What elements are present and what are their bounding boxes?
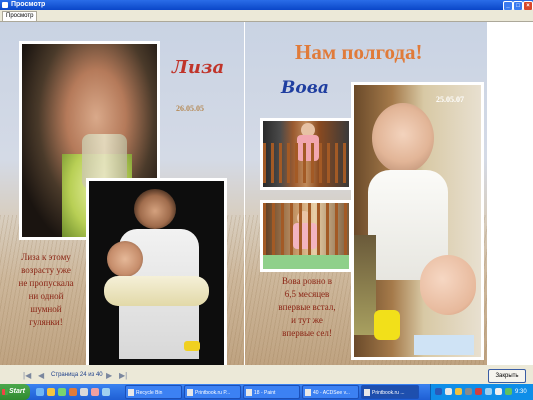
left-page: Лиза 26.05.05 Лиза к этому возрасту уже … [0,22,244,365]
caption-line: ни одной [28,291,64,301]
photo-vova-crib-1 [260,118,352,190]
navigation-bar: |◀ ◀ Страница 24 из 40 ▶ ▶| Закрыть [0,365,533,384]
caption-line: впервые встал, [278,302,336,312]
caption-line: впервые сел! [282,328,332,338]
tray-app-icon[interactable] [475,388,482,395]
caption-line: и тут же [291,315,323,325]
app-icon [2,2,8,8]
tab-bar: Просмотр [0,10,533,22]
date-lisa: 26.05.05 [176,104,204,113]
viewer-margin [487,22,533,365]
task-label: 18 - Paint [254,390,276,396]
task-label: Printbook.ru ... [372,390,405,396]
tray-app-icon[interactable] [465,388,472,395]
acdsee-icon [305,389,311,396]
paint-icon [246,389,252,396]
caption-vova: Вова ровно в 6,5 месяцев впервые встал, … [273,275,341,340]
first-page-icon[interactable]: |◀ [23,371,31,380]
close-button[interactable]: Закрыть [488,369,526,383]
caption-line: Лиза к этому [21,252,71,262]
quicklaunch-ie-icon[interactable] [36,388,44,396]
right-page: Нам полгода! Вова 25.05.07 Вова ровно в … [245,22,487,365]
start-label: Start [9,388,25,395]
quicklaunch-media-icon[interactable] [58,388,66,396]
photo-mother-baby [86,178,227,365]
caption-line: Вова ровно в [282,276,332,286]
printbook-icon [364,389,370,396]
volume-icon[interactable] [495,388,502,395]
next-page-icon[interactable]: ▶ [106,371,112,380]
tray-app-icon[interactable] [445,388,452,395]
task-label: Recycle Bin [136,390,163,396]
page-indicator: Страница 24 из 40 [51,372,103,378]
task-label: 40 - ACDSee v... [313,390,350,396]
language-icon[interactable] [435,388,442,395]
task-recycle-bin[interactable]: Recycle Bin [125,385,182,399]
last-page-icon[interactable]: ▶| [119,371,127,380]
quicklaunch-folder-icon[interactable] [47,388,55,396]
window-titlebar: Просмотр _ □ × [0,0,533,11]
windows-logo-icon [2,389,8,395]
task-printbook-2[interactable]: Printbook.ru ... [361,385,419,399]
date-vova: 25.05.07 [436,95,464,104]
task-paint[interactable]: 18 - Paint [243,385,300,399]
recycle-bin-icon [128,389,134,396]
taskbar: Start Recycle Bin Printbook.ru P... 18 -… [0,384,533,400]
prev-page-icon[interactable]: ◀ [38,371,44,380]
tray-app-icon[interactable] [455,388,462,395]
name-lisa: Лиза [172,57,225,78]
quicklaunch-explorer-icon[interactable] [102,388,110,396]
start-button[interactable]: Start [0,384,30,400]
caption-line: не пропускала [18,278,74,288]
name-vova: Вова [281,78,329,98]
photo-vova-standing: 25.05.07 [351,82,484,360]
quicklaunch-app-icon[interactable] [91,388,99,396]
network-icon[interactable] [485,388,492,395]
photo-vova-crib-2 [260,200,352,272]
tab-preview[interactable]: Просмотр [2,11,38,21]
book-spread: Лиза 26.05.05 Лиза к этому возрасту уже … [0,22,533,365]
tray-app-icon[interactable] [505,388,512,395]
caption-line: гулянки! [29,317,63,327]
clock: 9:30 [515,389,527,395]
caption-lisa: Лиза к этому возрасту уже не пропускала … [2,251,90,329]
task-label: Printbook.ru P... [195,390,231,396]
task-acdsee[interactable]: 40 - ACDSee v... [302,385,359,399]
task-printbook-1[interactable]: Printbook.ru P... [184,385,241,399]
caption-line: возрасту уже [21,265,71,275]
printbook-icon [187,389,193,396]
caption-line: шумной [30,304,62,314]
caption-line: 6,5 месяцев [284,289,330,299]
page-title: Нам полгода! [295,40,423,64]
quicklaunch-firefox-icon[interactable] [69,388,77,396]
system-tray: 9:30 [430,384,533,400]
window-title: Просмотр [11,1,46,8]
quicklaunch-desktop-icon[interactable] [80,388,88,396]
